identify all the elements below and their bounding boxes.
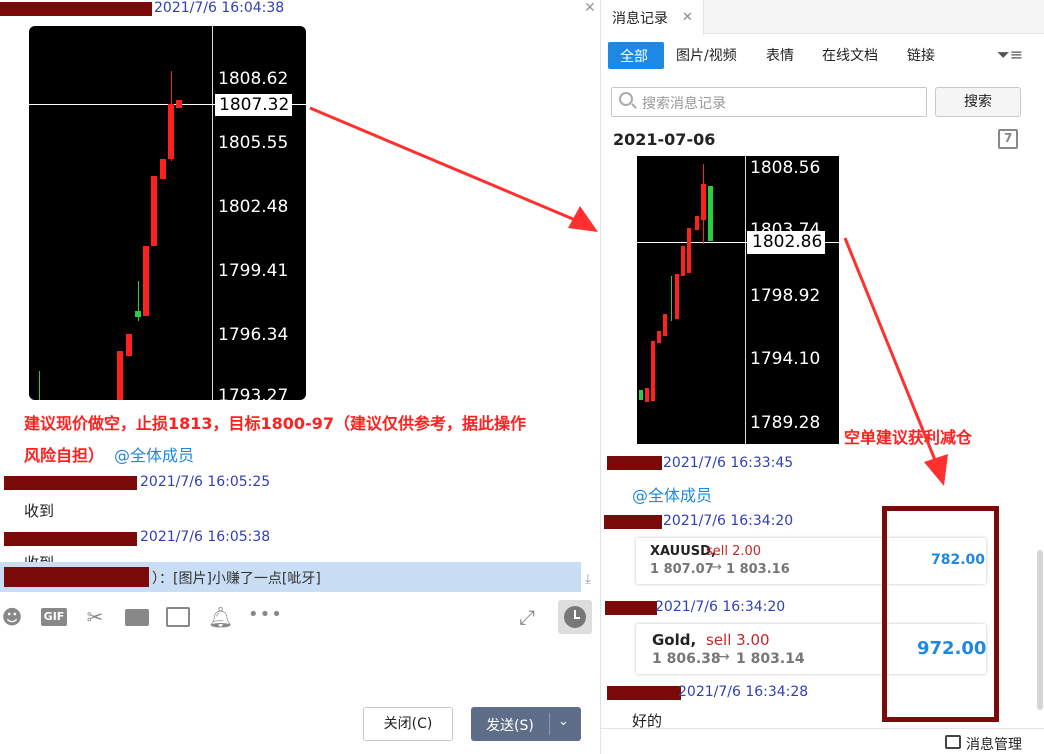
arrow-line bbox=[843, 237, 937, 461]
arrow-line bbox=[309, 106, 581, 224]
app-root: 2021/7/6 16:04:38 ✕ 1807.32 1808.62 1805… bbox=[0, 0, 1044, 754]
arrow-head bbox=[924, 454, 948, 486]
annotation-arrows bbox=[309, 106, 948, 486]
